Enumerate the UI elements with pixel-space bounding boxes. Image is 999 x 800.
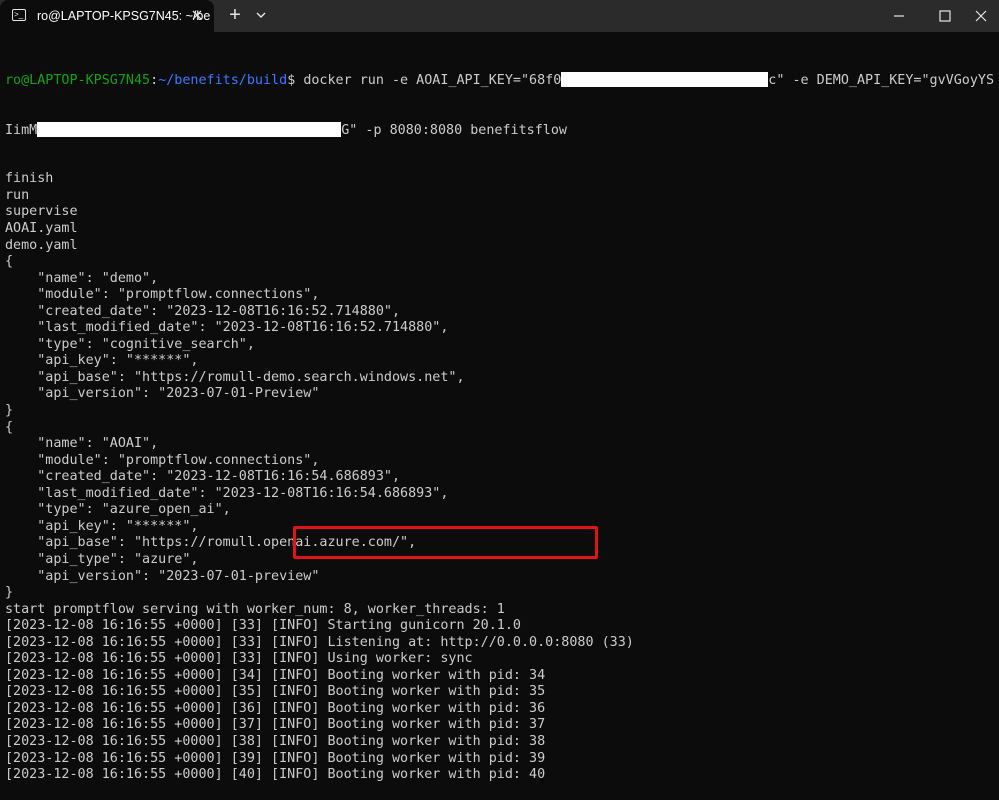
terminal-line: start promptflow serving with worker_num… (5, 601, 505, 617)
terminal-line: [2023-12-08 16:16:55 +0000] [40] [INFO] … (5, 767, 546, 783)
terminal-line: [2023-12-08 16:16:55 +0000] [39] [INFO] … (5, 750, 546, 766)
redaction-block (37, 121, 342, 137)
terminal-line: } (5, 585, 14, 601)
terminal-line: "name": "demo", (5, 270, 159, 286)
terminal-line: "module": "promptflow.connections", (5, 452, 320, 468)
terminal-line: "created_date": "2023-12-08T16:16:54.686… (5, 469, 401, 485)
output-lines: finish run supervise AOAI.yaml demo.yaml{ "n… (5, 171, 994, 783)
terminal-line: { (5, 254, 14, 270)
terminal-line: [2023-12-08 16:16:55 +0000] [38] [INFO] … (5, 733, 546, 749)
close-icon (192, 10, 202, 20)
terminal-line: finish (5, 171, 54, 187)
command-text: c" -e DEMO_API_KEY="gvVGoyYS (768, 73, 995, 89)
tab-title: ro@LAPTOP-KPSG7N45: ~/be (37, 9, 211, 23)
terminal-line: { (5, 419, 14, 435)
terminal-line: "type": "azure_open_ai", (5, 502, 231, 518)
terminal-line: [2023-12-08 16:16:55 +0000] [33] [INFO] … (5, 634, 634, 650)
terminal-line: run (5, 187, 30, 203)
terminal-line: } (5, 403, 14, 419)
close-tab-button[interactable] (189, 7, 205, 23)
terminal-line: "module": "promptflow.connections", (5, 287, 320, 303)
terminal-line: "last_modified_date": "2023-12-08T16:16:… (5, 320, 449, 336)
terminal-line: AOAI.yaml (5, 221, 78, 237)
terminal-line: [2023-12-08 16:16:55 +0000] [34] [INFO] … (5, 667, 546, 683)
command-text: docker run -e AOAI_API_KEY="68f0 (303, 73, 562, 89)
terminal-line: demo.yaml (5, 237, 78, 253)
terminal-line: "type": "cognitive_search", (5, 336, 255, 352)
prompt-separator: : (150, 73, 159, 89)
terminal-line: [2023-12-08 16:16:55 +0000] [37] [INFO] … (5, 717, 546, 733)
terminal-icon: >_ (12, 9, 26, 21)
minimize-button[interactable] (876, 0, 922, 32)
prompt-end: $ (287, 73, 304, 89)
maximize-button[interactable] (922, 0, 968, 32)
minimize-icon (894, 15, 904, 17)
chevron-down-icon (256, 12, 266, 18)
close-icon (975, 10, 987, 22)
terminal-line: [2023-12-08 16:16:55 +0000] [36] [INFO] … (5, 700, 546, 716)
terminal-line: supervise (5, 204, 78, 220)
command-line-wrap: IimM G" -p 8080:8080 benefitsflow (5, 121, 994, 139)
terminal-line: "last_modified_date": "2023-12-08T16:16:… (5, 485, 449, 501)
close-window-button[interactable] (964, 0, 999, 32)
terminal-line: "created_date": "2023-12-08T16:16:52.714… (5, 303, 401, 319)
terminal-tab[interactable]: >_ ro@LAPTOP-KPSG7N45: ~/be (0, 0, 214, 32)
highlight-box (293, 526, 598, 559)
terminal-line: "api_version": "2023-07-01-Preview" (5, 386, 320, 402)
command-text: G" -p 8080:8080 benefitsflow (341, 122, 567, 138)
terminal-line: "api_version": "2023-07-01-preview" (5, 568, 320, 584)
prompt-path: ~/benefits/build (158, 73, 288, 89)
maximize-icon (939, 10, 951, 22)
terminal-line: [2023-12-08 16:16:55 +0000] [35] [INFO] … (5, 684, 546, 700)
terminal-line: "name": "AOAI", (5, 436, 159, 452)
terminal-output[interactable]: ro@LAPTOP-KPSG7N45:~/benefits/build$ doc… (5, 39, 994, 800)
tab-dropdown-button[interactable] (252, 6, 270, 24)
redaction-block (561, 72, 769, 88)
command-line: ro@LAPTOP-KPSG7N45:~/benefits/build$ doc… (5, 72, 994, 89)
terminal-line: "api_base": "https://romull-demo.search.… (5, 369, 465, 385)
terminal-line: "api_key": "******", (5, 353, 199, 369)
title-bar: >_ ro@LAPTOP-KPSG7N45: ~/be + (0, 0, 999, 32)
prompt-user: ro@LAPTOP-KPSG7N45 (5, 73, 151, 89)
new-tab-button[interactable]: + (226, 5, 244, 25)
terminal-line: [2023-12-08 16:16:55 +0000] [33] [INFO] … (5, 618, 521, 634)
terminal-line: [2023-12-08 16:16:55 +0000] [33] [INFO] … (5, 651, 473, 667)
command-text: IimM (5, 122, 38, 138)
